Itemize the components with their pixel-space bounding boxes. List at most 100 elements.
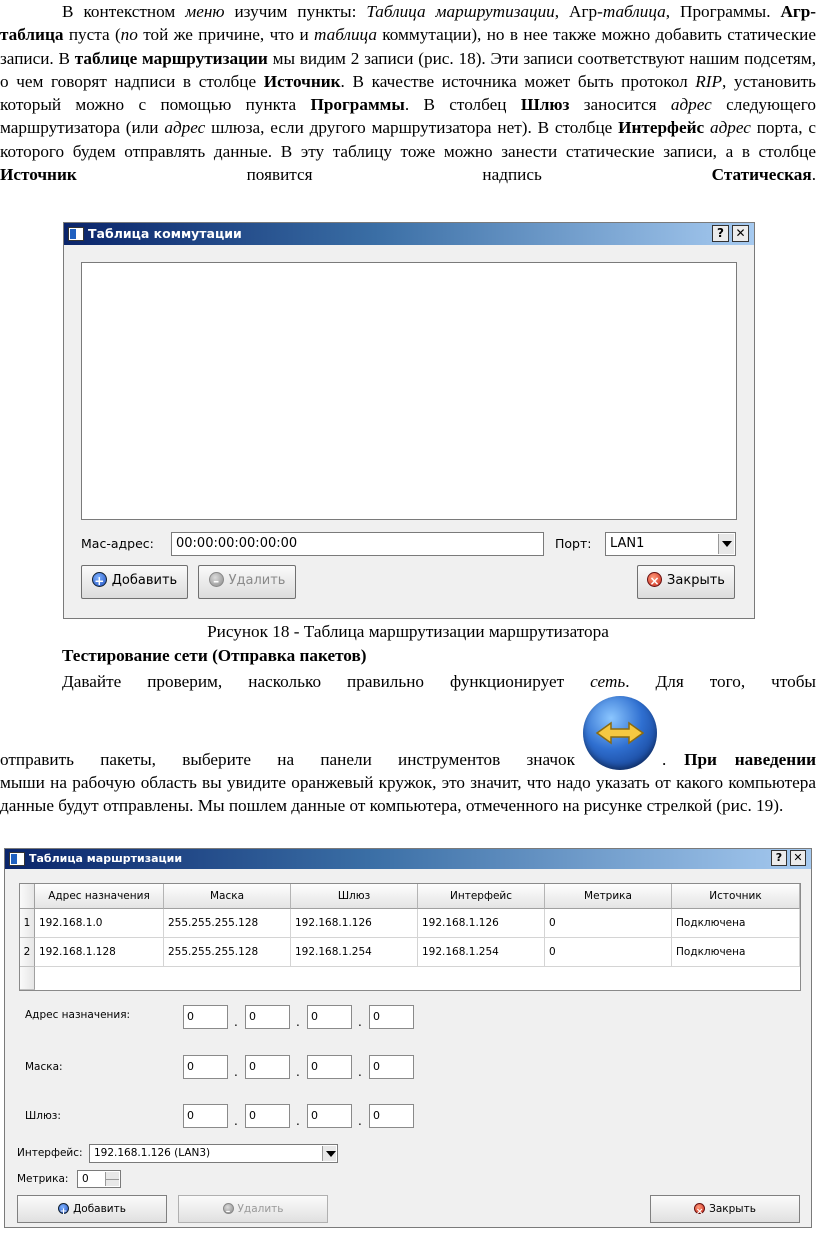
add-icon (91, 566, 107, 596)
octet-dot: . (358, 1015, 362, 1029)
dialog-title: Таблица маршртизации (29, 852, 183, 865)
add-button-label: Добавить (111, 573, 178, 588)
add-icon (58, 1199, 70, 1225)
column-header[interactable]: Источник (672, 884, 800, 909)
table-cell[interactable]: 192.168.1.126 (418, 909, 545, 938)
port-value: LAN1 (610, 536, 645, 551)
table-cell[interactable]: 192.168.1.254 (418, 938, 545, 967)
column-header[interactable]: Маска (164, 884, 291, 909)
switching-table-dialog: Таблица коммутации ? ✕ Mac-адрес: 00:00:… (63, 222, 755, 619)
dest-octet-3[interactable]: 0 (307, 1005, 352, 1029)
table-cell[interactable]: 0 (545, 938, 672, 967)
interface-label: Интерфейс: (17, 1147, 83, 1159)
close-circle-icon (647, 566, 663, 596)
table-cell[interactable]: Подключена (672, 909, 800, 938)
metric-label: Метрика: (17, 1173, 69, 1185)
delete-icon (222, 1199, 234, 1225)
mask-octet-2[interactable]: 0 (245, 1055, 290, 1079)
table-cell[interactable]: 0 (545, 909, 672, 938)
gateway-octet-3[interactable]: 0 (307, 1104, 352, 1128)
add-button[interactable]: Добавить (81, 565, 188, 599)
close-button-label: Закрыть (709, 1203, 756, 1215)
octet-dot: . (234, 1015, 238, 1029)
stepper-up-icon[interactable] (105, 1172, 119, 1179)
corner-cell (20, 884, 35, 909)
close-button[interactable]: Закрыть (637, 565, 735, 599)
dest-octet-1[interactable]: 0 (183, 1005, 228, 1029)
table-cell[interactable]: Подключена (672, 938, 800, 967)
paragraph-test-line2b: . При наведении (662, 750, 816, 769)
table-cell[interactable]: 192.168.1.128 (35, 938, 164, 967)
chevron-down-icon[interactable] (718, 534, 734, 554)
mac-label: Mac-адрес: (81, 536, 154, 551)
interface-select[interactable]: 192.168.1.126 (LAN3) (89, 1144, 338, 1163)
gateway-octet-4[interactable]: 0 (369, 1104, 414, 1128)
dest-label: Адрес назначения: (25, 1009, 131, 1021)
row-number-empty (20, 967, 35, 990)
column-header[interactable]: Интерфейс (418, 884, 545, 909)
figure-caption: Рисунок 18 - Таблица маршрутизации маршр… (207, 622, 609, 641)
close-icon[interactable]: ✕ (790, 850, 806, 866)
column-header[interactable]: Метрика (545, 884, 672, 909)
table-cell[interactable]: 192.168.1.254 (291, 938, 418, 967)
octet-dot: . (358, 1065, 362, 1079)
delete-button-label: Удалить (237, 1203, 284, 1215)
delete-button-label: Удалить (228, 573, 286, 588)
table-cell[interactable]: 192.168.1.126 (291, 909, 418, 938)
gateway-label: Шлюз: (25, 1110, 61, 1122)
column-header[interactable]: Шлюз (291, 884, 418, 909)
gateway-octet-1[interactable]: 0 (183, 1104, 228, 1128)
close-button-label: Закрыть (667, 573, 725, 588)
close-circle-icon (694, 1199, 706, 1225)
routing-table-dialog: Таблица маршртизации ? ✕ Адрес назначени… (4, 848, 812, 1228)
help-button[interactable]: ? (712, 225, 729, 242)
add-button-label: Добавить (73, 1203, 126, 1215)
octet-dot: . (296, 1114, 300, 1128)
port-select[interactable]: LAN1 (605, 532, 736, 556)
table-cell[interactable]: 192.168.1.0 (35, 909, 164, 938)
section-heading: Тестирование сети (Отправка пакетов) (62, 646, 367, 665)
stepper-down-icon[interactable] (105, 1179, 119, 1186)
delete-button[interactable]: Удалить (198, 565, 296, 599)
metric-stepper[interactable]: 0 (77, 1170, 121, 1188)
mask-octet-1[interactable]: 0 (183, 1055, 228, 1079)
mac-input[interactable]: 00:00:00:00:00:00 (171, 532, 544, 556)
paragraph-test-line2a: отправить пакеты, выберите на панели инс… (0, 750, 575, 769)
chevron-down-icon[interactable] (322, 1146, 336, 1161)
mask-octet-4[interactable]: 0 (369, 1055, 414, 1079)
app-icon (68, 227, 84, 241)
paragraph-test-rest: мыши на рабочую область вы увидите оранж… (0, 773, 816, 816)
help-button[interactable]: ? (771, 850, 787, 866)
dest-octet-2[interactable]: 0 (245, 1005, 290, 1029)
octet-dot: . (296, 1065, 300, 1079)
mask-label: Маска: (25, 1061, 63, 1073)
delete-button[interactable]: Удалить (178, 1195, 328, 1225)
octet-dot: . (234, 1114, 238, 1128)
dialog-title: Таблица коммутации (88, 226, 242, 241)
dest-octet-4[interactable]: 0 (369, 1005, 414, 1029)
arrows-icon (595, 721, 645, 745)
octet-dot: . (234, 1065, 238, 1079)
octet-dot: . (358, 1114, 362, 1128)
interface-value: 192.168.1.126 (LAN3) (94, 1147, 211, 1159)
table-cell[interactable]: 255.255.255.128 (164, 938, 291, 967)
dialog-titlebar[interactable]: Таблица коммутации ? ✕ (64, 223, 754, 245)
paragraph-test-line1: Давайте проверим, насколько правильно фу… (62, 672, 816, 691)
column-header[interactable]: Адрес назначения (35, 884, 164, 909)
dialog-titlebar[interactable]: Таблица маршртизации ? ✕ (5, 849, 811, 869)
add-button[interactable]: Добавить (17, 1195, 167, 1225)
close-icon[interactable]: ✕ (732, 225, 749, 242)
routing-table[interactable]: Адрес назначения Маска Шлюз Интерфейс Ме… (19, 883, 801, 991)
close-button[interactable]: Закрыть (650, 1195, 800, 1225)
port-label: Порт: (555, 536, 592, 551)
row-number[interactable]: 1 (20, 909, 35, 938)
table-cell[interactable]: 255.255.255.128 (164, 909, 291, 938)
gateway-octet-2[interactable]: 0 (245, 1104, 290, 1128)
delete-icon (208, 566, 224, 596)
mask-octet-3[interactable]: 0 (307, 1055, 352, 1079)
row-number[interactable]: 2 (20, 938, 35, 967)
app-icon (9, 852, 25, 866)
octet-dot: . (296, 1015, 300, 1029)
metric-value: 0 (82, 1173, 89, 1185)
switching-table-list[interactable] (81, 262, 737, 520)
